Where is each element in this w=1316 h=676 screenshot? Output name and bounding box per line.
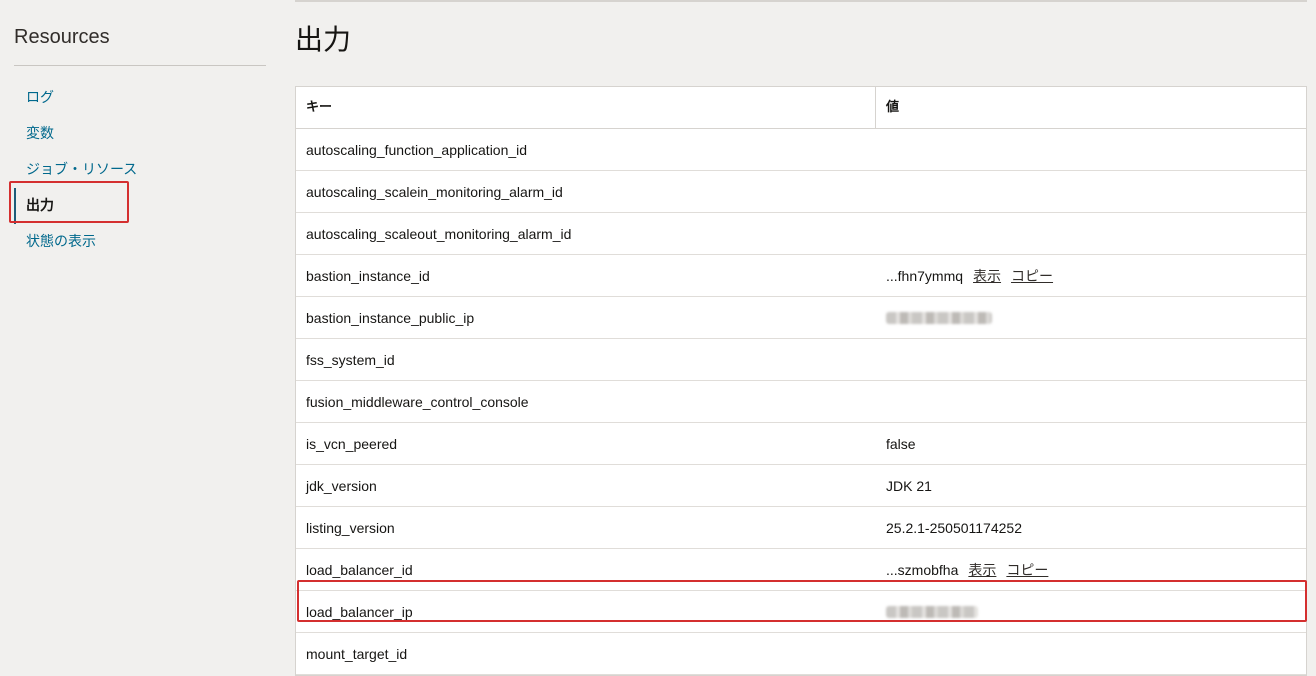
row-key: fss_system_id: [306, 351, 395, 368]
sidebar-divider: [14, 65, 266, 66]
show-link[interactable]: 表示: [968, 560, 996, 580]
show-link[interactable]: 表示: [973, 266, 1001, 286]
table-row: bastion_instance_public_ip: [296, 297, 1306, 339]
table-row: autoscaling_scaleout_monitoring_alarm_id: [296, 213, 1306, 255]
table-row: fss_system_id: [296, 339, 1306, 381]
truncated-ocid: ...fhn7ymmq: [886, 267, 964, 284]
top-divider: [295, 0, 1307, 2]
row-key: listing_version: [306, 519, 395, 536]
column-header-key: キー: [296, 87, 876, 128]
row-key: bastion_instance_id: [306, 267, 430, 284]
row-value: false: [886, 435, 916, 452]
copy-link[interactable]: コピー: [1011, 266, 1053, 286]
row-value-cell: ...szmobfha 表示 コピー: [876, 560, 1306, 580]
row-value: 25.2.1-250501174252: [886, 519, 1022, 536]
truncated-ocid: ...szmobfha: [886, 561, 959, 578]
table-row: fusion_middleware_control_console: [296, 381, 1306, 423]
row-key: autoscaling_function_application_id: [306, 141, 528, 158]
table-row: autoscaling_function_application_id: [296, 129, 1306, 171]
table-row: jdk_version JDK 21: [296, 465, 1306, 507]
outputs-highlight-box: [9, 181, 129, 223]
outputs-panel: 出力 キー 値 autoscaling_function_application…: [295, 0, 1307, 676]
copy-link[interactable]: コピー: [1006, 560, 1048, 580]
load-balancer-ip-highlight-box: [297, 580, 1307, 622]
row-key: jdk_version: [306, 477, 377, 494]
sidebar-item-variables[interactable]: 変数: [14, 116, 274, 152]
row-value-cell: ...fhn7ymmq 表示 コピー: [876, 266, 1306, 286]
table-row: bastion_instance_id ...fhn7ymmq 表示 コピー: [296, 255, 1306, 297]
table-header: キー 値: [296, 87, 1306, 129]
column-header-value: 値: [886, 99, 900, 114]
sidebar-nav: ログ 変数 ジョブ・リソース 出力 状態の表示: [14, 80, 274, 260]
row-key: autoscaling_scalein_monitoring_alarm_id: [306, 183, 563, 200]
row-key: bastion_instance_public_ip: [306, 309, 475, 326]
table-row: autoscaling_scalein_monitoring_alarm_id: [296, 171, 1306, 213]
row-key: mount_target_id: [306, 645, 408, 662]
sidebar-item-logs[interactable]: ログ: [14, 80, 274, 116]
row-value-cell: [876, 311, 1306, 324]
redacted-ip: [886, 311, 992, 324]
row-key: fusion_middleware_control_console: [306, 393, 529, 410]
table-row: mount_target_id: [296, 633, 1306, 675]
row-key: load_balancer_id: [306, 561, 413, 578]
sidebar-item-view-state[interactable]: 状態の表示: [14, 224, 274, 260]
table-row: is_vcn_peered false: [296, 423, 1306, 465]
row-key: is_vcn_peered: [306, 435, 398, 452]
table-row: listing_version 25.2.1-250501174252: [296, 507, 1306, 549]
page-title: 出力: [295, 24, 352, 55]
row-key: autoscaling_scaleout_monitoring_alarm_id: [306, 225, 572, 242]
row-value: JDK 21: [886, 477, 932, 494]
sidebar-title: Resources: [14, 26, 110, 48]
resources-sidebar: Resources ログ 変数 ジョブ・リソース 出力 状態の表示: [0, 0, 280, 670]
